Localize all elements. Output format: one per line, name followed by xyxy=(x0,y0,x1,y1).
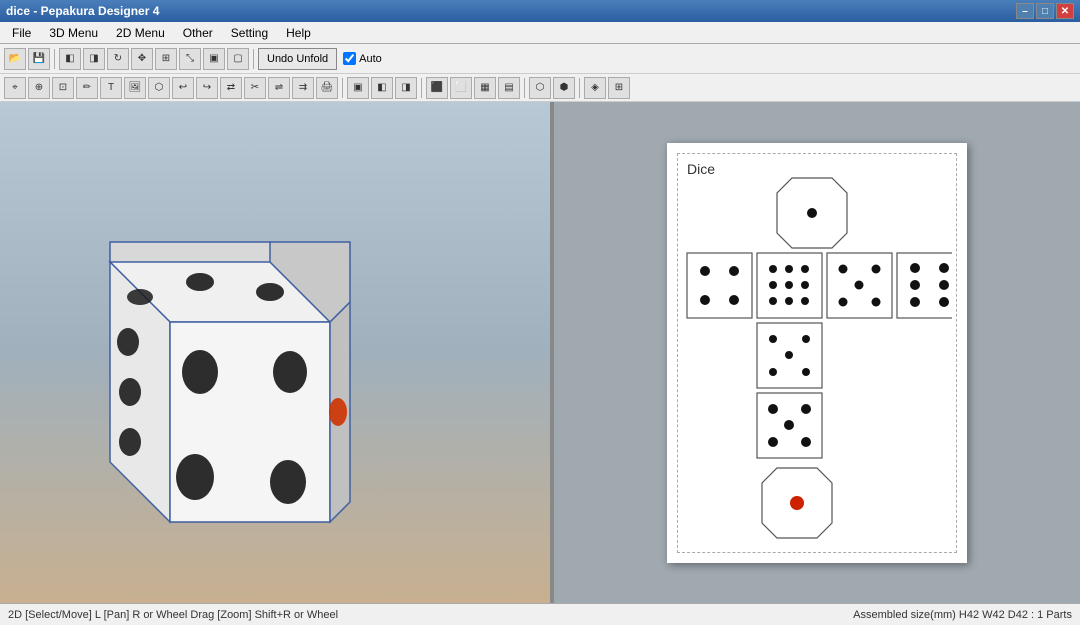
2d-view[interactable]: Dice xyxy=(554,102,1080,603)
menu-setting[interactable]: Setting xyxy=(223,24,276,42)
fold-button[interactable]: ◨ xyxy=(83,48,105,70)
tb2-unfold[interactable]: ⇄ xyxy=(220,77,242,99)
tb2-btn1[interactable]: ⌖ xyxy=(4,77,26,99)
move-button[interactable]: ✥ xyxy=(131,48,153,70)
tb2-b7[interactable]: ▤ xyxy=(498,77,520,99)
scale-button[interactable]: ⤡ xyxy=(179,48,201,70)
3d-view[interactable] xyxy=(0,102,550,603)
title-text: dice - Pepakura Designer 4 xyxy=(6,4,159,18)
statusbar: 2D [Select/Move] L [Pan] R or Wheel Drag… xyxy=(0,603,1080,625)
window2-button[interactable]: ▢ xyxy=(227,48,249,70)
tb2-sep1 xyxy=(342,78,343,98)
tb2-b11[interactable]: ⊞ xyxy=(608,77,630,99)
menubar: File 3D Menu 2D Menu Other Setting Help xyxy=(0,22,1080,44)
tb2-b9[interactable]: ⬢ xyxy=(553,77,575,99)
open-button[interactable]: 📂 xyxy=(4,48,26,70)
maximize-button[interactable]: □ xyxy=(1036,3,1054,19)
main-area: Dice xyxy=(0,102,1080,603)
window-button[interactable]: ▣ xyxy=(203,48,225,70)
dice-3d-model xyxy=(30,182,370,562)
status-left: 2D [Select/Move] L [Pan] R or Wheel Drag… xyxy=(8,609,338,621)
tb2-btn7[interactable]: ⬡ xyxy=(148,77,170,99)
separator2 xyxy=(253,49,254,69)
tb2-b6[interactable]: ▦ xyxy=(474,77,496,99)
toolbar1: 📂 💾 ◧ ◨ ↻ ✥ ⊞ ⤡ ▣ ▢ Undo Unfold Auto xyxy=(0,44,1080,74)
auto-label: Auto xyxy=(359,53,382,65)
tb2-arrange[interactable]: ⇌ xyxy=(268,77,290,99)
menu-other[interactable]: Other xyxy=(175,24,221,42)
rotate3d-button[interactable]: ↻ xyxy=(107,48,129,70)
tb2-arrange2[interactable]: ⇉ xyxy=(292,77,314,99)
menu-file[interactable]: File xyxy=(4,24,39,42)
tb2-btn3[interactable]: ⊡ xyxy=(52,77,74,99)
tb2-btn4[interactable]: ✏ xyxy=(76,77,98,99)
tb2-btn2[interactable]: ⊕ xyxy=(28,77,50,99)
undo-unfold-button[interactable]: Undo Unfold xyxy=(258,48,337,70)
status-right: Assembled size(mm) H42 W42 D42 : 1 Parts xyxy=(853,609,1072,621)
tb2-btn5[interactable]: T xyxy=(100,77,122,99)
tb2-btn6[interactable]: 🖼 xyxy=(124,77,146,99)
close-button[interactable]: ✕ xyxy=(1056,3,1074,19)
tb2-sep3 xyxy=(524,78,525,98)
joint-button[interactable]: ⊞ xyxy=(155,48,177,70)
separator1 xyxy=(54,49,55,69)
tb2-b3[interactable]: ◨ xyxy=(395,77,417,99)
tb2-print[interactable]: 🖨 xyxy=(316,77,338,99)
menu-2d[interactable]: 2D Menu xyxy=(108,24,173,42)
tb2-cut[interactable]: ✂ xyxy=(244,77,266,99)
tb2-sep2 xyxy=(421,78,422,98)
save-button[interactable]: 💾 xyxy=(28,48,50,70)
toolbar2: ⌖ ⊕ ⊡ ✏ T 🖼 ⬡ ↩ ↪ ⇄ ✂ ⇌ ⇉ 🖨 ▣ ◧ ◨ ⬛ ⬜ ▦ … xyxy=(0,74,1080,102)
unfold-button[interactable]: ◧ xyxy=(59,48,81,70)
auto-checkbox-container: Auto xyxy=(343,52,382,65)
tb2-b5[interactable]: ⬜ xyxy=(450,77,472,99)
tb2-b1[interactable]: ▣ xyxy=(347,77,369,99)
window-controls: – □ ✕ xyxy=(1016,3,1074,19)
tb2-b8[interactable]: ⬡ xyxy=(529,77,551,99)
tb2-redo[interactable]: ↪ xyxy=(196,77,218,99)
tb2-undo[interactable]: ↩ xyxy=(172,77,194,99)
tb2-b4[interactable]: ⬛ xyxy=(426,77,448,99)
menu-help[interactable]: Help xyxy=(278,24,319,42)
tb2-sep4 xyxy=(579,78,580,98)
dice-net-svg xyxy=(682,173,952,543)
menu-3d[interactable]: 3D Menu xyxy=(41,24,106,42)
minimize-button[interactable]: – xyxy=(1016,3,1034,19)
auto-checkbox[interactable] xyxy=(343,52,356,65)
titlebar: dice - Pepakura Designer 4 – □ ✕ xyxy=(0,0,1080,22)
tb2-b10[interactable]: ◈ xyxy=(584,77,606,99)
tb2-b2[interactable]: ◧ xyxy=(371,77,393,99)
paper-sheet: Dice xyxy=(667,143,967,563)
